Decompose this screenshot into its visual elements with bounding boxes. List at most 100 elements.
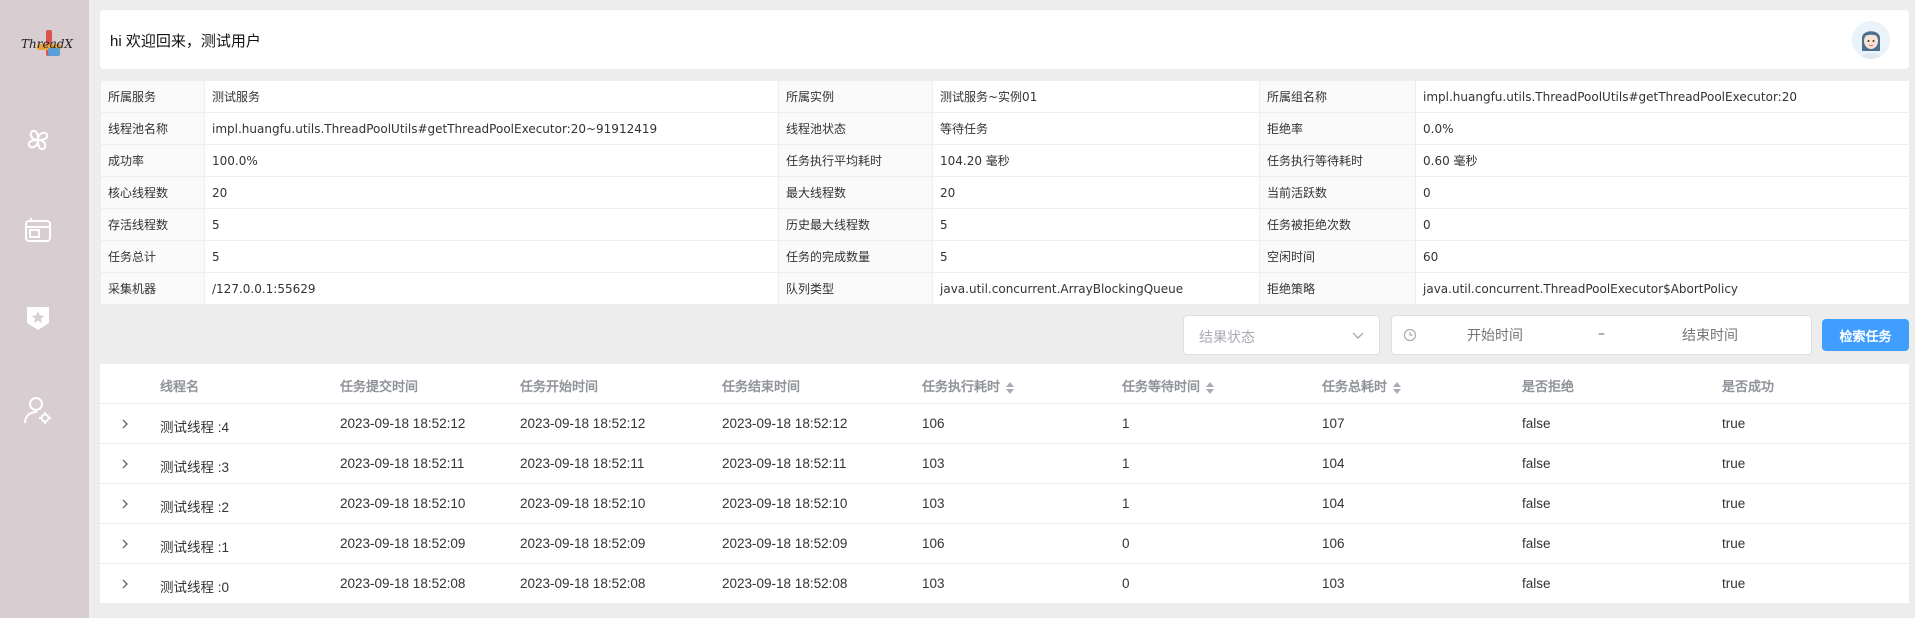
date-range-picker[interactable]: – <box>1391 315 1812 355</box>
chevron-right-icon[interactable] <box>118 537 132 551</box>
col-exec-time[interactable]: 任务执行耗时 <box>922 376 1015 395</box>
col-submit-time: 任务提交时间 <box>340 380 419 395</box>
table-cell: 1 <box>1122 456 1130 471</box>
thread-pool-info: 所属服务 测试服务 所属实例 测试服务~实例01 所属组名称 impl.huangfu.u… <box>100 80 1910 305</box>
table-cell: 测试线程 :2 <box>160 500 230 515</box>
sidebar: ThreadX <box>0 0 89 618</box>
table-row[interactable]: 测试线程 :2 2023-09-18 18:52:10 2023-09-18 18:… <box>100 484 1909 524</box>
info-label: 拒绝率 <box>1259 112 1416 145</box>
info-label: 采集机器 <box>100 272 205 305</box>
table-header: 线程名 任务提交时间 任务开始时间 任务结束时间 任务执行耗时 任务等待时间 任… <box>100 364 1909 404</box>
user-settings-icon[interactable] <box>22 394 54 426</box>
table-cell: 103 <box>922 456 945 471</box>
end-time-input[interactable] <box>1682 327 1802 343</box>
clock-icon <box>1403 328 1417 342</box>
info-label: 线程池名称 <box>100 112 205 145</box>
info-label: 拒绝策略 <box>1259 272 1416 305</box>
table-cell: 2023-09-18 18:52:08 <box>520 576 646 591</box>
table-cell: true <box>1722 576 1746 591</box>
info-label: 线程池状态 <box>778 112 933 145</box>
col-rejected: 是否拒绝 <box>1522 380 1575 395</box>
table-cell: 1 <box>1122 496 1130 511</box>
table-cell: 2023-09-18 18:52:10 <box>340 496 466 511</box>
result-status-placeholder: 结果状态 <box>1199 330 1255 346</box>
col-wait-time[interactable]: 任务等待时间 <box>1122 376 1215 395</box>
clover-icon[interactable] <box>22 124 54 156</box>
header: hi 欢迎回来，测试用户 <box>100 10 1909 69</box>
table-cell: false <box>1522 456 1551 471</box>
info-label: 所属组名称 <box>1259 80 1416 113</box>
chevron-right-icon[interactable] <box>118 417 132 431</box>
result-status-select[interactable]: 结果状态 <box>1183 315 1380 355</box>
col-total-time[interactable]: 任务总耗时 <box>1322 376 1402 395</box>
info-value: 5 <box>932 208 1260 241</box>
start-time-input[interactable] <box>1467 327 1597 343</box>
table-cell: false <box>1522 416 1551 431</box>
chevron-right-icon[interactable] <box>118 577 132 591</box>
table-cell: 2023-09-18 18:52:12 <box>340 416 466 431</box>
info-value: 0 <box>1415 176 1910 209</box>
info-label: 历史最大线程数 <box>778 208 933 241</box>
table-cell: 1 <box>1122 416 1130 431</box>
col-end-time: 任务结束时间 <box>722 380 801 395</box>
table-cell: 测试线程 :4 <box>160 420 230 435</box>
table-cell: 2023-09-18 18:52:10 <box>520 496 646 511</box>
sort-icon[interactable] <box>1006 381 1015 394</box>
table-cell: 106 <box>1322 536 1345 551</box>
table-cell: true <box>1722 496 1746 511</box>
sort-icon[interactable] <box>1206 381 1215 394</box>
star-shield-icon[interactable] <box>22 302 54 334</box>
info-label: 任务的完成数量 <box>778 240 933 273</box>
table-cell: 2023-09-18 18:52:09 <box>722 536 848 551</box>
info-value: 5 <box>932 240 1260 273</box>
table-cell: true <box>1722 456 1746 471</box>
table-cell: 103 <box>1322 576 1345 591</box>
table-row[interactable]: 测试线程 :4 2023-09-18 18:52:12 2023-09-18 18:… <box>100 404 1909 444</box>
col-start-time: 任务开始时间 <box>520 380 599 395</box>
table-cell: true <box>1722 536 1746 551</box>
avatar-icon[interactable] <box>1852 21 1890 59</box>
threadx-logo[interactable]: ThreadX <box>18 26 73 66</box>
info-label: 任务被拒绝次数 <box>1259 208 1416 241</box>
info-value: 20 <box>204 176 779 209</box>
info-value: impl.huangfu.utils.ThreadPoolUtils#getTh… <box>204 112 779 145</box>
table-cell: 2023-09-18 18:52:11 <box>520 456 645 471</box>
table-cell: 103 <box>922 496 945 511</box>
table-cell: 2023-09-18 18:52:12 <box>520 416 646 431</box>
table-cell: 107 <box>1322 416 1345 431</box>
info-row: 线程池名称 impl.huangfu.utils.ThreadPoolUtils#… <box>100 112 1910 145</box>
chevron-right-icon[interactable] <box>118 457 132 471</box>
info-value: impl.huangfu.utils.ThreadPoolUtils#getTh… <box>1415 80 1910 113</box>
table-cell: 104 <box>1322 456 1345 471</box>
table-row[interactable]: 测试线程 :1 2023-09-18 18:52:09 2023-09-18 18:… <box>100 524 1909 564</box>
table-cell: 测试线程 :0 <box>160 580 230 595</box>
table-cell: 2023-09-18 18:52:10 <box>722 496 848 511</box>
info-label: 队列类型 <box>778 272 933 305</box>
info-value: /127.0.0.1:55629 <box>204 272 779 305</box>
info-value: 0.0% <box>1415 112 1910 145</box>
info-label: 空闲时间 <box>1259 240 1416 273</box>
table-cell: 2023-09-18 18:52:12 <box>722 416 848 431</box>
table-cell: 2023-09-18 18:52:08 <box>722 576 848 591</box>
sort-icon[interactable] <box>1393 381 1402 394</box>
info-value: 60 <box>1415 240 1910 273</box>
table-row[interactable]: 测试线程 :0 2023-09-18 18:52:08 2023-09-18 18:… <box>100 564 1909 604</box>
info-label: 任务总计 <box>100 240 205 273</box>
info-row: 核心线程数 20 最大线程数 20 当前活跃数 0 <box>100 176 1910 209</box>
info-value: 0.60 毫秒 <box>1415 144 1910 177</box>
search-tasks-button[interactable]: 检索任务 <box>1822 319 1909 351</box>
info-label: 所属服务 <box>100 80 205 113</box>
table-cell: 测试线程 :3 <box>160 460 230 475</box>
chevron-down-icon <box>1352 332 1364 339</box>
table-cell: 104 <box>1322 496 1345 511</box>
info-label: 任务执行等待耗时 <box>1259 144 1416 177</box>
info-value: java.util.concurrent.ThreadPoolExecutor$… <box>1415 272 1910 305</box>
table-cell: 2023-09-18 18:52:09 <box>340 536 466 551</box>
window-icon[interactable] <box>22 214 54 246</box>
chevron-right-icon[interactable] <box>118 497 132 511</box>
table-cell: 106 <box>922 416 945 431</box>
table-row[interactable]: 测试线程 :3 2023-09-18 18:52:11 2023-09-18 18:… <box>100 444 1909 484</box>
info-row: 所属服务 测试服务 所属实例 测试服务~实例01 所属组名称 impl.huangfu.u… <box>100 80 1910 113</box>
info-value: java.util.concurrent.ArrayBlockingQueue <box>932 272 1260 305</box>
info-row: 任务总计 5 任务的完成数量 5 空闲时间 60 <box>100 240 1910 273</box>
